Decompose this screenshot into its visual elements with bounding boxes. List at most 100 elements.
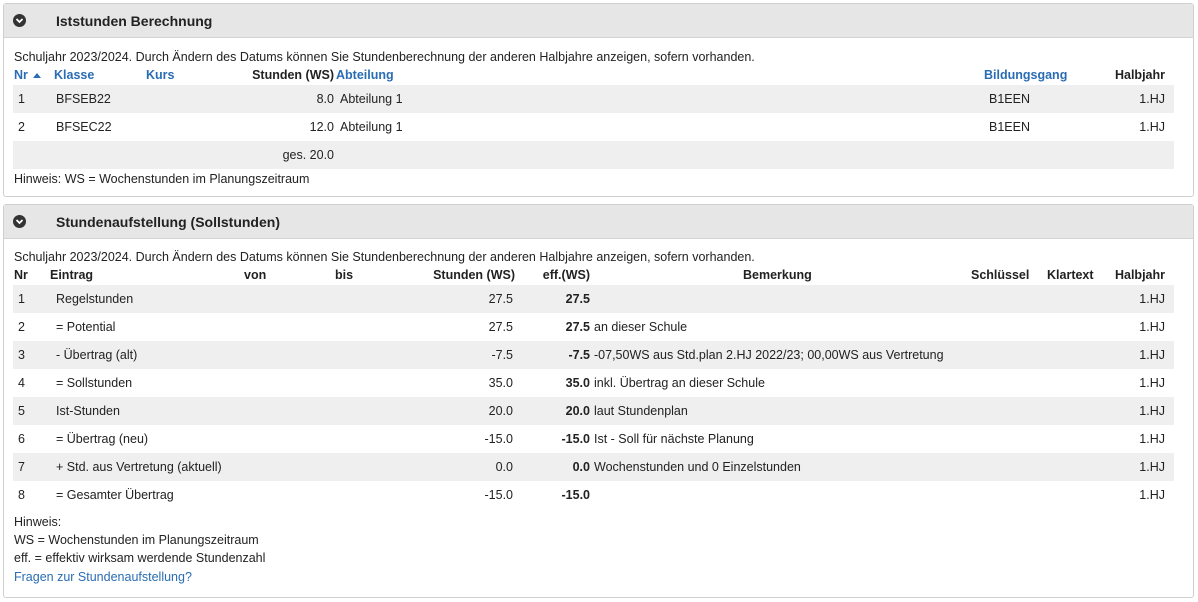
cell-klasse: BFSEB22 (56, 92, 111, 106)
header-nr-label: Nr (14, 68, 28, 82)
cell-bemerkung: laut Stundenplan (594, 404, 688, 418)
cell-nr: 1 (18, 292, 25, 306)
table-row: 1 BFSEB22 8.0 Abteilung 1 B1EEN 1.HJ (13, 85, 1174, 113)
cell-halbjahr: 1.HJ (1139, 92, 1165, 106)
cell-halbjahr: 1.HJ (1139, 488, 1165, 502)
cell-eintrag: Ist-Stunden (56, 404, 120, 418)
cell-eff: -7.5 (568, 348, 590, 362)
total-stunden: ges. 20.0 (282, 148, 334, 162)
cell-halbjahr: 1.HJ (1139, 376, 1165, 390)
total-row: ges. 20.0 (13, 141, 1174, 169)
cell-bemerkung: inkl. Übertrag an dieser Schule (594, 376, 765, 390)
cell-nr: 4 (18, 376, 25, 390)
chevron-down-icon[interactable] (13, 215, 26, 228)
cell-nr: 2 (18, 320, 25, 334)
header-klartext: Klartext (1047, 268, 1094, 282)
cell-bemerkung: an dieser Schule (594, 320, 688, 334)
header-bemerkung: Bemerkung (743, 268, 812, 282)
header-eff: eff.(WS) (542, 268, 590, 282)
cell-nr: 8 (18, 488, 25, 502)
hint-title: Hinweis: (14, 515, 62, 529)
cell-eintrag: = Sollstunden (56, 376, 133, 390)
header-bis: bis (335, 268, 354, 282)
cell-halbjahr: 1.HJ (1139, 292, 1165, 306)
cell-bemerkung: Wochenstunden und 0 Einzelstunden (594, 460, 801, 474)
panel-title: Iststunden Berechnung (56, 13, 213, 29)
iststunden-header[interactable]: Iststunden Berechnung (4, 4, 1193, 38)
header-schluessel: Schlüssel (971, 268, 1030, 282)
stundenaufstellung-header[interactable]: Stundenaufstellung (Sollstunden) (4, 205, 1193, 239)
cell-stunden: -7.5 (491, 348, 513, 362)
cell-eff: 0.0 (572, 460, 590, 474)
cell-halbjahr: 1.HJ (1139, 460, 1165, 474)
cell-nr: 6 (18, 432, 25, 446)
cell-nr: 1 (18, 92, 25, 106)
help-link[interactable]: Fragen zur Stundenaufstellung? (14, 570, 192, 584)
cell-eintrag: + Std. aus Vertretung (aktuell) (56, 460, 222, 474)
table-row: 7 + Std. aus Vertretung (aktuell) 0.0 0.… (13, 453, 1174, 481)
table-row: 2 BFSEC22 12.0 Abteilung 1 B1EEN 1.HJ (13, 113, 1174, 141)
header-nr[interactable]: Nr (14, 68, 44, 82)
hint-text: Hinweis: WS = Wochenstunden im Planungsz… (14, 172, 310, 186)
cell-stunden: 27.5 (488, 292, 513, 306)
cell-nr: 7 (18, 460, 25, 474)
cell-bemerkung: Ist - Soll für nächste Planung (594, 432, 754, 446)
cell-eintrag: = Übertrag (neu) (56, 432, 149, 446)
cell-eff: 35.0 (565, 376, 590, 390)
intro-text: Schuljahr 2023/2024. Durch Ändern des Da… (14, 50, 755, 64)
cell-eintrag: = Potential (56, 320, 116, 334)
cell-nr: 3 (18, 348, 25, 362)
cell-halbjahr: 1.HJ (1139, 320, 1165, 334)
cell-stunden: 27.5 (488, 320, 513, 334)
cell-nr: 5 (18, 404, 25, 418)
cell-bildungsgang: B1EEN (989, 120, 1030, 134)
cell-stunden: -15.0 (484, 432, 514, 446)
cell-nr: 2 (18, 120, 25, 134)
header-halbjahr: Halbjahr (1114, 68, 1165, 82)
cell-eintrag: Regelstunden (56, 292, 134, 306)
table-row: 5 Ist-Stunden 20.0 20.0 laut Stundenplan… (13, 397, 1174, 425)
table-row: 2 = Potential 27.5 27.5 an dieser Schule… (13, 313, 1174, 341)
cell-eff: 27.5 (565, 320, 590, 334)
hint-ws: WS = Wochenstunden im Planungszeitraum (14, 533, 259, 547)
table-row: 3 - Übertrag (alt) -7.5 -7.5 -07,50WS au… (13, 341, 1174, 369)
chevron-down-icon[interactable] (13, 14, 26, 27)
iststunden-panel: Iststunden Berechnung Schuljahr 2023/202… (3, 3, 1194, 197)
cell-abteilung: Abteilung 1 (340, 120, 403, 134)
cell-stunden: 0.0 (495, 460, 513, 474)
header-stunden: Stunden (WS) (252, 68, 334, 82)
intro-text: Schuljahr 2023/2024. Durch Ändern des Da… (14, 250, 755, 264)
cell-stunden: 35.0 (488, 376, 513, 390)
cell-eff: -15.0 (561, 432, 591, 446)
cell-stunden: 8.0 (316, 92, 334, 106)
cell-halbjahr: 1.HJ (1139, 120, 1165, 134)
cell-eintrag: = Gesamter Übertrag (56, 488, 174, 502)
table-row: 8 = Gesamter Übertrag -15.0 -15.0 1.HJ (13, 481, 1174, 509)
cell-eff: 20.0 (565, 404, 590, 418)
header-abteilung[interactable]: Abteilung (336, 68, 394, 82)
header-halbjahr: Halbjahr (1114, 268, 1165, 282)
cell-halbjahr: 1.HJ (1139, 432, 1165, 446)
panel-title: Stundenaufstellung (Sollstunden) (56, 214, 280, 230)
cell-bildungsgang: B1EEN (989, 92, 1030, 106)
table-row: 4 = Sollstunden 35.0 35.0 inkl. Übertrag… (13, 369, 1174, 397)
cell-eff: -15.0 (561, 488, 591, 502)
cell-stunden: -15.0 (484, 488, 514, 502)
cell-bemerkung: -07,50WS aus Std.plan 2.HJ 2022/23; 00,0… (594, 348, 944, 362)
header-von: von (244, 268, 267, 282)
header-kurs[interactable]: Kurs (146, 68, 174, 82)
cell-halbjahr: 1.HJ (1139, 348, 1165, 362)
table-row: 6 = Übertrag (neu) -15.0 -15.0 Ist - Sol… (13, 425, 1174, 453)
hint-eff: eff. = effektiv wirksam werdende Stunden… (14, 551, 266, 565)
cell-halbjahr: 1.HJ (1139, 404, 1165, 418)
header-bildungsgang[interactable]: Bildungsgang (984, 68, 1067, 82)
cell-eff: 27.5 (565, 292, 590, 306)
header-stunden: Stunden (WS) (433, 268, 515, 282)
header-klasse[interactable]: Klasse (54, 68, 94, 82)
cell-stunden: 12.0 (309, 120, 334, 134)
header-nr: Nr (14, 268, 28, 282)
table-row: 1 Regelstunden 27.5 27.5 1.HJ (13, 285, 1174, 313)
cell-eintrag: - Übertrag (alt) (56, 348, 138, 362)
header-eintrag: Eintrag (50, 268, 94, 282)
stundenaufstellung-panel: Stundenaufstellung (Sollstunden) Schulja… (3, 204, 1194, 598)
